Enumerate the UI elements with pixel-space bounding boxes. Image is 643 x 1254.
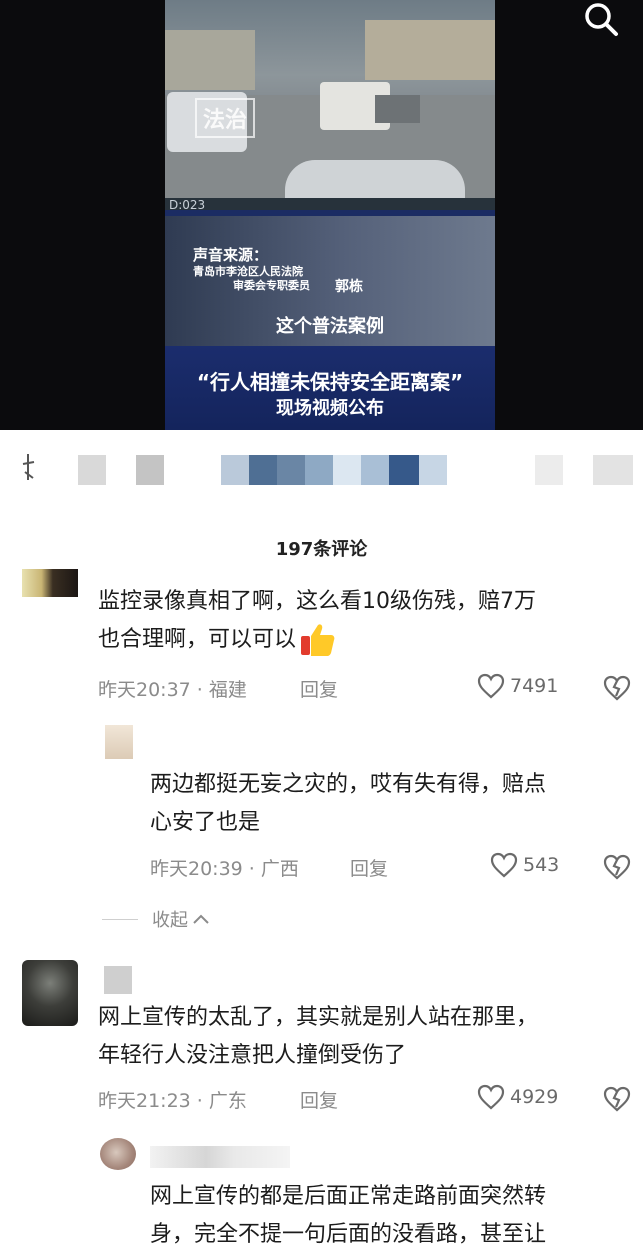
source-title: 声音来源： — [193, 246, 269, 264]
comment-text: 网上宣传的都是后面正常走路前面突然转 身，完全不提一句后面的没看路，甚至让 — [150, 1178, 630, 1254]
comment-text: 监控录像真相了啊，这么看10级伤残，赔7万 也合理啊，可以可以 — [98, 583, 628, 659]
audio-source-caption: 声音来源： 青岛市李沧区人民法院 审委会专职委员 — [193, 246, 310, 292]
avatar[interactable] — [105, 725, 133, 759]
comment-text-line: 两边都挺无妄之灾的，哎有失有得，赔点 — [150, 772, 547, 797]
cctv-footage: 法治 D:023 — [165, 0, 495, 215]
reply-button[interactable]: 回复 — [350, 854, 388, 881]
collapse-replies-button[interactable]: 收起 — [102, 906, 210, 932]
comment-text-line: 年轻行人没注意把人撞倒受伤了 — [98, 1043, 407, 1068]
search-button[interactable] — [580, 0, 624, 40]
headline-line2: 现场视频公布 — [276, 398, 384, 419]
like-count: 7491 — [510, 675, 559, 697]
collapse-label: 收起 — [152, 910, 188, 931]
broken-heart-icon[interactable] — [603, 854, 631, 880]
avatar[interactable] — [100, 1138, 136, 1170]
comment-meta: 昨天20:39 · 广西 — [150, 858, 299, 880]
search-icon — [585, 3, 618, 36]
comment-location: 广西 — [260, 858, 299, 880]
comment-meta: 昨天21:23 · 广东 — [98, 1090, 247, 1112]
comment-time: 昨天21:23 — [98, 1090, 191, 1112]
like-button[interactable]: 7491 — [477, 673, 558, 699]
comment-text-line: 身，完全不提一句后面的没看路，甚至让 — [150, 1222, 547, 1247]
broken-heart-icon[interactable] — [603, 1086, 631, 1112]
avatar[interactable] — [22, 569, 78, 597]
channel-logo: 法治 — [195, 98, 256, 138]
blurred-badge — [104, 966, 132, 994]
video-subtitle: 这个普法案例 — [276, 316, 384, 337]
comment-text-line: 也合理啊，可以可以 — [98, 627, 297, 652]
comment-text: 两边都挺无妄之灾的，哎有失有得，赔点 心安了也是 — [150, 766, 630, 842]
speaker-name: 郭栋 — [335, 279, 363, 295]
blurred-glyph — [22, 454, 35, 480]
heart-outline-icon — [490, 852, 518, 878]
headline-line1: “行人相撞未保持安全距离案” — [196, 370, 464, 394]
blurred-username — [150, 1146, 290, 1168]
comment-text-line: 网上宣传的太乱了，其实就是别人站在那里， — [98, 1005, 539, 1030]
comment-text-line: 网上宣传的都是后面正常走路前面突然转 — [150, 1184, 547, 1209]
thumbs-up-emoji-icon — [301, 624, 335, 656]
comment-text: 网上宣传的太乱了，其实就是别人站在那里， 年轻行人没注意把人撞倒受伤了 — [98, 999, 633, 1075]
avatar[interactable] — [22, 960, 78, 1026]
like-count: 4929 — [510, 1086, 559, 1108]
comment-location: 福建 — [208, 679, 247, 701]
video-headline-banner: “行人相撞未保持安全距离案” 现场视频公布 — [165, 346, 495, 430]
like-button[interactable]: 543 — [490, 852, 559, 878]
comment-time: 昨天20:37 — [98, 679, 191, 701]
like-count: 543 — [523, 854, 560, 876]
heart-outline-icon — [477, 673, 505, 699]
comment-location: 广东 — [208, 1090, 247, 1112]
video-frame[interactable]: 法治 D:023 声音来源： 青岛市李沧区人民法院 审委会专职委员 郭栋 这个普… — [165, 0, 495, 430]
source-org: 青岛市李沧区人民法院 — [193, 264, 303, 278]
comment-count: 197条评论 — [275, 539, 368, 560]
heart-outline-icon — [477, 1084, 505, 1110]
comment-text-line: 监控录像真相了啊，这么看10级伤残，赔7万 — [98, 589, 536, 614]
comment-text-line: 心安了也是 — [150, 810, 261, 835]
comment-meta: 昨天20:37 · 福建 — [98, 679, 247, 701]
comment-time: 昨天20:39 — [150, 858, 243, 880]
video-player[interactable]: 法治 D:023 声音来源： 青岛市李沧区人民法院 审委会专职委员 郭栋 这个普… — [0, 0, 643, 430]
like-button[interactable]: 4929 — [477, 1084, 558, 1110]
source-role: 审委会专职委员 — [233, 278, 310, 292]
chevron-up-icon — [193, 914, 209, 924]
reply-button[interactable]: 回复 — [300, 675, 338, 702]
comment-sheet: 197条评论 监控录像真相了啊，这么看10级伤残，赔7万 也合理啊，可以可以 昨… — [0, 430, 643, 1254]
broken-heart-icon[interactable] — [603, 675, 631, 701]
reply-button[interactable]: 回复 — [300, 1086, 338, 1113]
